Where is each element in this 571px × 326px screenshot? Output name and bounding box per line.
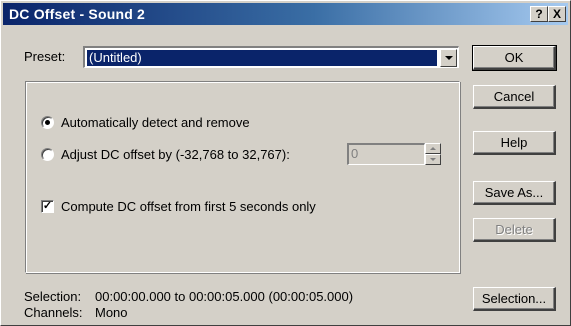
window-title: DC Offset - Sound 2 (9, 6, 146, 22)
help-button[interactable]: Help (473, 131, 556, 155)
compute-first-checkbox[interactable]: ✓ (41, 200, 54, 213)
checkmark-icon: ✓ (42, 200, 53, 212)
dc-offset-value-input[interactable]: 0 (347, 143, 425, 165)
chevron-down-icon (444, 56, 453, 60)
dropdown-arrow-button[interactable] (440, 49, 457, 67)
spin-down-button[interactable] (425, 154, 441, 165)
selection-button-label: Selection... (481, 291, 547, 306)
adjust-dc-radio[interactable] (41, 148, 54, 161)
save-as-button-label: Save As... (484, 185, 544, 200)
compute-first-label[interactable]: Compute DC offset from first 5 seconds o… (61, 199, 316, 214)
save-as-button[interactable]: Save As... (473, 181, 556, 205)
preset-dropdown[interactable]: (Untitled) (83, 46, 459, 68)
auto-detect-radio[interactable] (41, 116, 54, 129)
arrow-up-icon (430, 147, 436, 150)
selection-status-label: Selection: (24, 289, 82, 304)
dc-offset-dialog: DC Offset - Sound 2 ? X Preset: (Untitle… (0, 0, 571, 326)
close-button[interactable]: X (548, 6, 566, 22)
help-button-label: Help (500, 135, 528, 150)
dc-offset-spinner[interactable] (425, 143, 441, 165)
ok-button[interactable]: OK (472, 45, 557, 71)
help-title-button[interactable]: ? (530, 6, 548, 22)
radio-selected-dot (45, 120, 50, 125)
channels-status-label: Channels: (24, 305, 83, 320)
channels-status-value: Mono (95, 305, 128, 320)
selection-status-value: 00:00:00.000 to 00:00:05.000 (00:00:05.0… (95, 289, 354, 304)
arrow-down-icon (430, 158, 436, 161)
adjust-dc-label[interactable]: Adjust DC offset by (-32,768 to 32,767): (61, 147, 290, 162)
title-bar[interactable]: DC Offset - Sound 2 ? X (3, 3, 568, 25)
cancel-button[interactable]: Cancel (473, 85, 556, 109)
options-panel (25, 81, 460, 273)
spin-up-button[interactable] (425, 143, 441, 154)
delete-button[interactable]: Delete (473, 218, 556, 242)
preset-value[interactable]: (Untitled) (86, 49, 438, 67)
preset-label: Preset: (24, 49, 66, 64)
auto-detect-label[interactable]: Automatically detect and remove (61, 115, 250, 130)
selection-button[interactable]: Selection... (473, 287, 556, 311)
